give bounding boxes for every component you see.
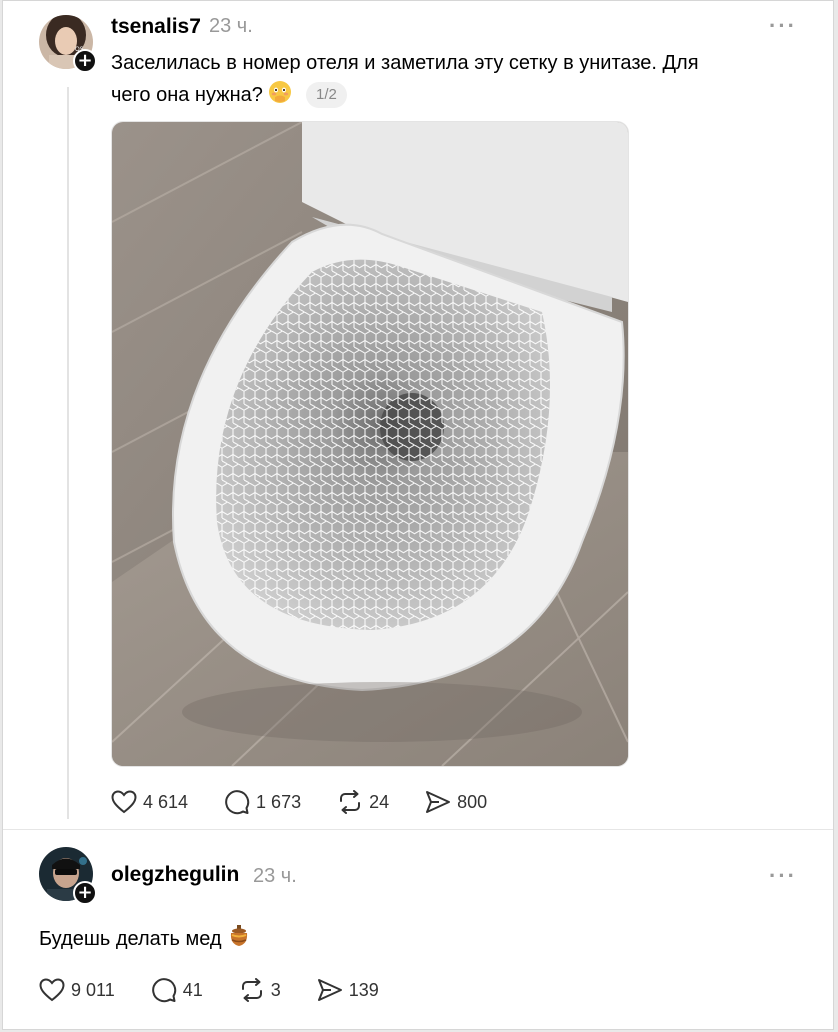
reply-button[interactable]: 1 673 (224, 789, 301, 815)
share-button[interactable]: 800 (425, 790, 487, 814)
reply-actions: 9 011 41 3 139 (39, 977, 415, 1003)
more-options-icon[interactable]: ··· (769, 13, 797, 39)
post-image[interactable] (111, 121, 629, 767)
comment-icon (151, 978, 176, 1003)
repost-icon (241, 978, 262, 1002)
like-button[interactable]: 9 011 (39, 978, 115, 1002)
like-count: 4 614 (143, 791, 189, 812)
reply-time: 23 ч. (253, 865, 297, 887)
media-counter: 1/2 (306, 82, 347, 108)
flushed-face-icon (268, 80, 292, 114)
comment-icon (225, 790, 250, 815)
reply-button[interactable]: 41 (151, 977, 203, 1003)
honey-pot-icon (227, 924, 251, 958)
share-count: 800 (457, 791, 488, 812)
heart-icon (111, 790, 137, 814)
more-options-icon[interactable]: ··· (769, 863, 797, 889)
repost-button[interactable]: 24 (337, 790, 389, 814)
threads-post-frame: OS + tsenalis7 23 ч. ··· Заселилась в но… (2, 0, 834, 1030)
repost-button[interactable]: 3 (239, 978, 281, 1002)
reply-text: Будешь делать мед (39, 923, 739, 958)
post-divider (3, 829, 833, 830)
send-icon (317, 979, 342, 1001)
reply-username[interactable]: olegzhegulin (111, 863, 239, 887)
like-count: 9 011 (71, 979, 115, 1000)
repost-icon (340, 790, 361, 814)
follow-button[interactable]: + (73, 881, 97, 905)
post-text-line-1: Заселилась в номер отеля и заметила эту … (111, 52, 699, 74)
like-button[interactable]: 4 614 (111, 790, 188, 814)
heart-icon (39, 978, 65, 1002)
post-text: Заселилась в номер отеля и заметила эту … (111, 47, 791, 114)
reply-count: 41 (182, 979, 203, 1000)
reply-text-body: Будешь делать мед (39, 928, 222, 950)
follow-button[interactable]: + (73, 49, 97, 73)
repost-count: 3 (270, 979, 281, 1000)
repost-count: 24 (369, 791, 390, 812)
post-text-line-2: чего она нужна? (111, 84, 263, 106)
share-count: 139 (348, 979, 379, 1000)
thread-line (67, 87, 69, 819)
reply-count: 1 673 (256, 791, 302, 812)
share-button[interactable]: 139 (317, 978, 379, 1002)
post-actions: 4 614 1 673 24 800 (111, 789, 523, 815)
send-icon (426, 791, 451, 813)
post-username[interactable]: tsenalis7 (111, 15, 201, 39)
post-time: 23 ч. (209, 15, 253, 37)
